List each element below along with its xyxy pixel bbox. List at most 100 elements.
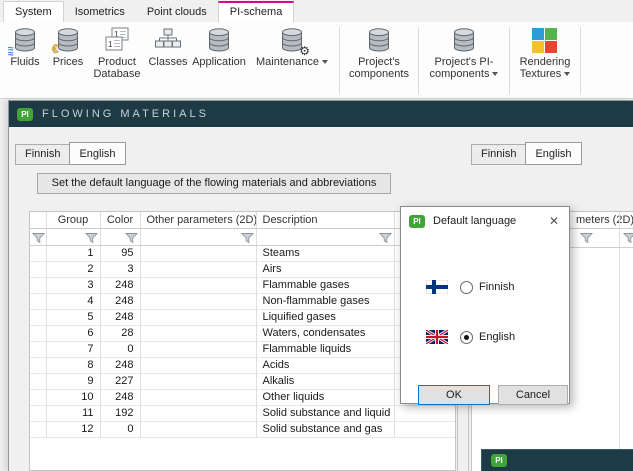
materials-grid: Group Color Other parameters (2D) Descri… <box>29 211 456 471</box>
column-header-other-parameters[interactable]: Other parameters (2D) <box>140 212 256 228</box>
uk-flag-icon <box>426 330 448 344</box>
table-row[interactable]: 11 192 Solid substance and liquid <box>30 405 455 421</box>
row-indicator-cell <box>30 261 46 277</box>
group-cell: 11 <box>46 405 100 421</box>
color-cell: 248 <box>100 389 140 405</box>
app-logo-icon: Pl <box>409 215 425 228</box>
ribbon-item-label: Project's PI-components <box>430 56 494 80</box>
table-row[interactable]: 1 95 Steams <box>30 245 455 261</box>
ribbon-item-classes[interactable]: Classes <box>145 25 191 98</box>
filter-funnel-icon[interactable] <box>125 232 138 244</box>
other-params-cell <box>140 261 256 277</box>
filter-funnel-icon[interactable] <box>241 232 254 244</box>
description-cell: Solid substance and gas <box>256 421 394 437</box>
column-header-color[interactable]: Color <box>100 212 140 228</box>
ribbon-item-label: Rendering Textures <box>520 56 571 80</box>
ribbon-item-rendering-textures[interactable]: Rendering Textures <box>512 25 578 98</box>
finnish-radio[interactable] <box>460 281 473 294</box>
table-row[interactable]: 3 248 Flammable gases <box>30 277 455 293</box>
set-default-language-button[interactable]: Set the default language of the flowing … <box>37 173 391 194</box>
column-header-group[interactable]: Group <box>46 212 100 228</box>
description-cell: Non-flammable gases <box>256 293 394 309</box>
filter-funnel-icon[interactable] <box>85 232 98 244</box>
ribbon-item-projects-components[interactable]: Project's components <box>342 25 416 98</box>
color-cell: 192 <box>100 405 140 421</box>
tab-system[interactable]: System <box>3 1 64 22</box>
application-database-icon <box>206 27 232 54</box>
right-column-header-fragment: meters (2D) <box>576 214 633 226</box>
description-cell: Steams <box>256 245 394 261</box>
ribbon-item-maintenance[interactable]: ⚙ Maintenance <box>247 25 337 98</box>
ribbon-item-label: Fluids <box>10 56 39 68</box>
ribbon-item-prices[interactable]: € Prices <box>47 25 89 98</box>
dialog-titlebar[interactable]: Pl Default language ✕ <box>401 207 569 235</box>
projects-components-database-icon <box>366 27 392 54</box>
other-params-cell <box>140 309 256 325</box>
ribbon-item-projects-pi-components[interactable]: Project's PI-components <box>421 25 507 98</box>
column-header-description[interactable]: Description <box>256 212 394 228</box>
table-row[interactable]: 12 0 Solid substance and gas <box>30 421 455 437</box>
table-row[interactable]: 5 248 Liquified gases <box>30 309 455 325</box>
ribbon-item-fluids[interactable]: ≈≈ Fluids <box>3 25 47 98</box>
fluids-database-icon: ≈≈ <box>12 27 38 54</box>
other-params-cell <box>140 293 256 309</box>
filter-funnel-icon[interactable] <box>32 232 45 244</box>
finnish-radio-label[interactable]: Finnish <box>479 281 514 293</box>
english-radio-label[interactable]: English <box>479 331 515 343</box>
row-indicator-cell <box>30 293 46 309</box>
right-tab-english[interactable]: English <box>525 142 581 165</box>
row-indicator-cell <box>30 421 46 437</box>
filter-funnel-icon[interactable] <box>580 232 593 244</box>
ok-button[interactable]: OK <box>418 385 490 405</box>
row-indicator-cell <box>30 245 46 261</box>
description-cell: Flammable liquids <box>256 341 394 357</box>
row-indicator-cell <box>30 277 46 293</box>
ribbon-item-label: Prices <box>53 56 84 68</box>
right-tab-finnish[interactable]: Finnish <box>471 144 526 165</box>
filter-funnel-icon[interactable] <box>623 232 633 244</box>
table-row[interactable]: 2 3 Airs <box>30 261 455 277</box>
grid-header-row: Group Color Other parameters (2D) Descri… <box>30 212 455 228</box>
materials-table-body: 1 95 Steams 2 3 Airs 3 248 Flammable gas… <box>30 245 455 437</box>
tab-point-clouds[interactable]: Point clouds <box>136 2 218 22</box>
table-row[interactable]: 10 248 Other liquids <box>30 389 455 405</box>
group-cell: 4 <box>46 293 100 309</box>
filter-funnel-icon[interactable] <box>379 232 392 244</box>
color-cell: 28 <box>100 325 140 341</box>
ribbon-item-application[interactable]: Application <box>191 25 247 98</box>
option-row-english: English <box>426 330 515 344</box>
table-row[interactable]: 8 248 Acids <box>30 357 455 373</box>
water-waves-icon: ≈≈ <box>8 47 14 57</box>
background-window-titlebar[interactable]: Pl <box>481 449 633 471</box>
table-row[interactable]: 4 248 Non-flammable gases <box>30 293 455 309</box>
tab-pi-schema[interactable]: PI-schema <box>218 1 295 22</box>
english-radio[interactable] <box>460 331 473 344</box>
left-tab-finnish[interactable]: Finnish <box>15 144 70 165</box>
group-cell: 3 <box>46 277 100 293</box>
color-cell: 227 <box>100 373 140 389</box>
ribbon-group-separator <box>339 27 340 94</box>
cancel-button[interactable]: Cancel <box>498 385 568 405</box>
table-row[interactable]: 6 28 Waters, condensates <box>30 325 455 341</box>
row-indicator-cell <box>30 373 46 389</box>
table-row[interactable]: 9 227 Alkalis <box>30 373 455 389</box>
other-params-cell <box>140 389 256 405</box>
dialog-title: Default language <box>433 215 545 227</box>
group-cell: 2 <box>46 261 100 277</box>
group-cell: 12 <box>46 421 100 437</box>
ribbon-group-separator <box>509 27 510 94</box>
other-params-cell <box>140 421 256 437</box>
grid-filter-row <box>30 228 455 245</box>
ribbon-group-separator <box>418 27 419 94</box>
ribbon: ≈≈ Fluids € Prices 1 1 Product Database <box>0 22 633 99</box>
left-tab-english[interactable]: English <box>69 142 125 165</box>
other-params-cell <box>140 405 256 421</box>
tab-isometrics[interactable]: Isometrics <box>64 2 136 22</box>
other-params-cell <box>140 277 256 293</box>
ribbon-item-product-database[interactable]: 1 1 Product Database <box>89 25 145 98</box>
table-row[interactable]: 7 0 Flammable liquids <box>30 341 455 357</box>
other-params-cell <box>140 245 256 261</box>
window-titlebar[interactable]: Pl FLOWING MATERIALS <box>9 101 633 127</box>
close-icon[interactable]: ✕ <box>545 212 563 230</box>
product-database-icon: 1 1 <box>104 27 130 54</box>
